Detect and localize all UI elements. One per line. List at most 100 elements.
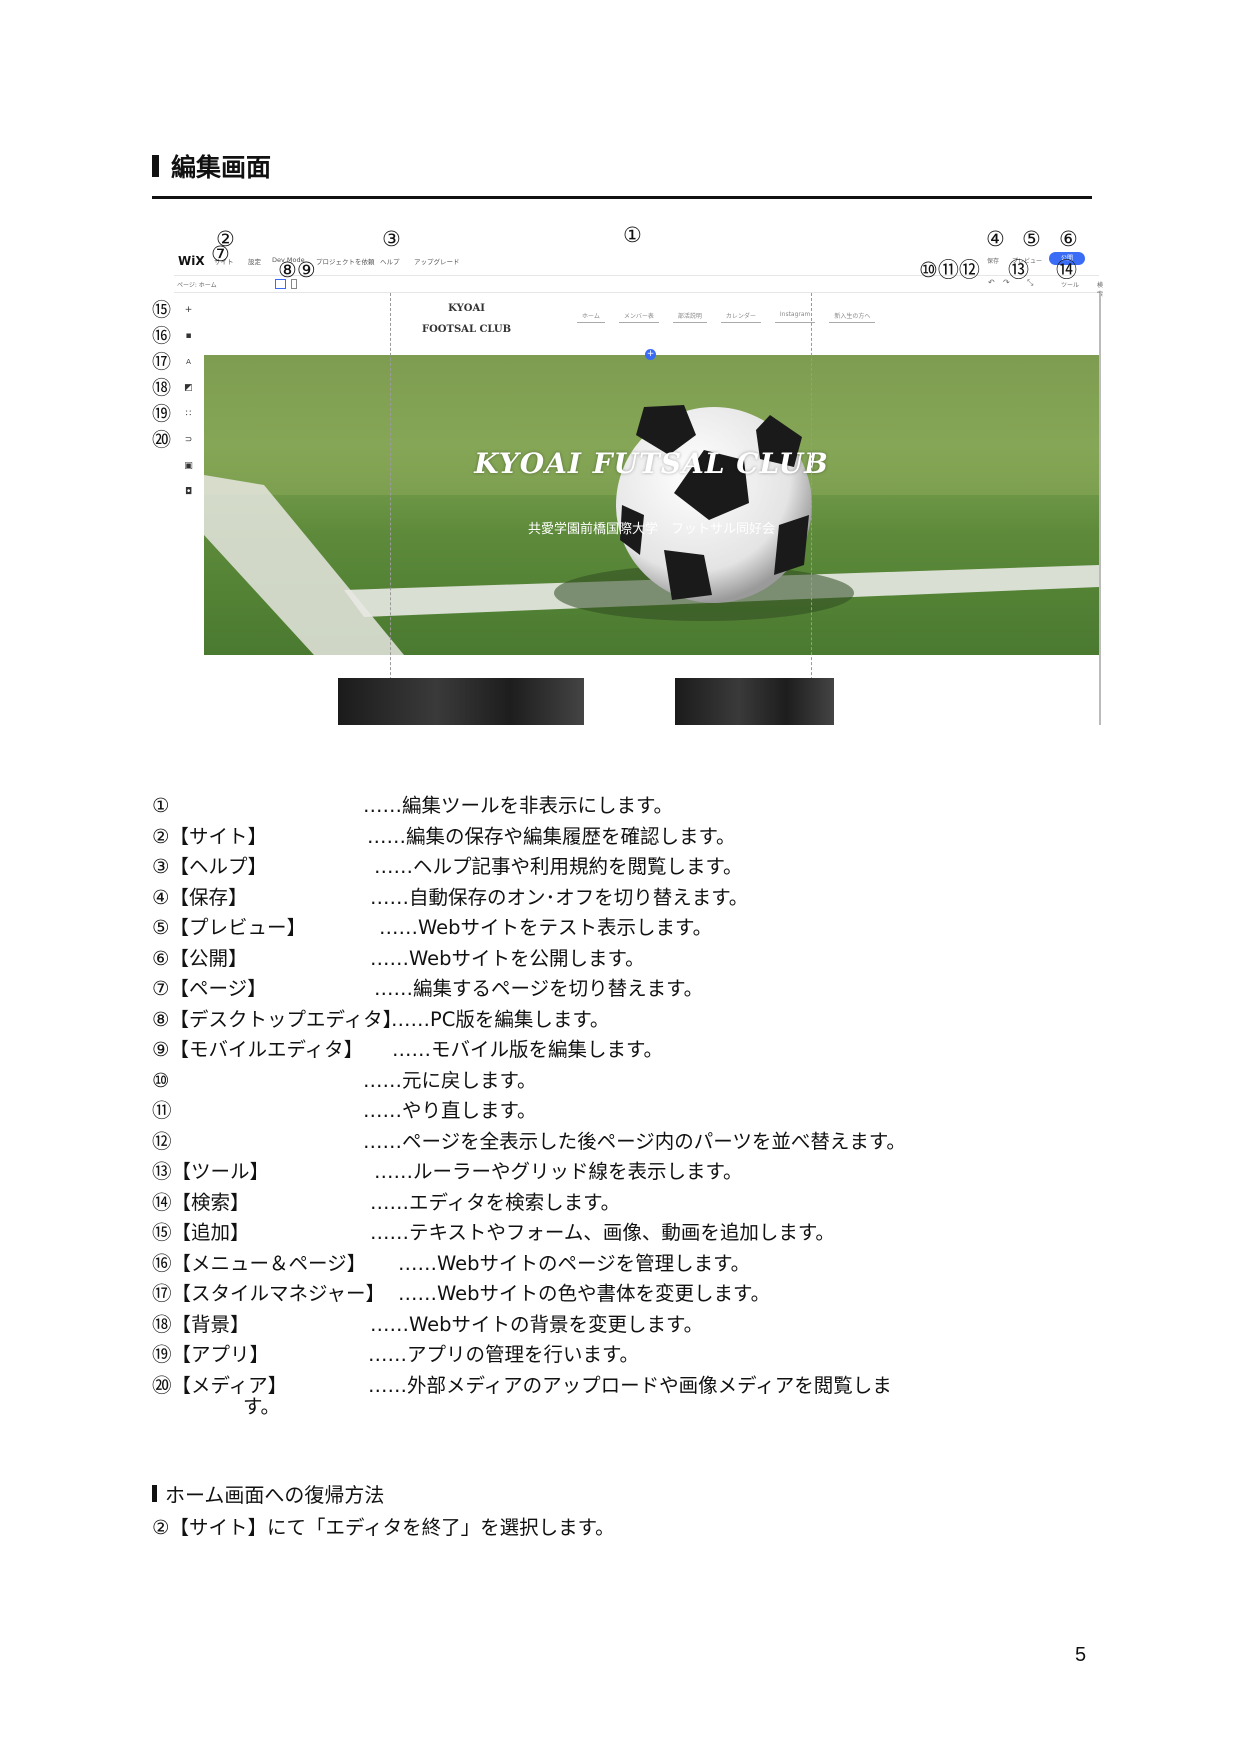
item-label: ⑭【検索】: [152, 1190, 250, 1214]
list-item: ⑤【プレビュー】 ……Webサイトをテスト表示します。: [152, 913, 1052, 944]
marker-10-12: ⑩⑪⑫: [919, 258, 980, 282]
list-item: ⑦【ページ】 ……編集するページを切り替えます。: [152, 974, 1052, 1005]
nav-calendar[interactable]: カレンダー: [720, 311, 761, 323]
item-desc: ……Webサイトの背景を変更します。: [370, 1312, 704, 1336]
add-icon[interactable]: +: [184, 306, 193, 315]
page-selector[interactable]: ページ: ホーム: [177, 280, 217, 289]
item-label: ①: [152, 794, 170, 817]
marker-13: ⑬: [1008, 258, 1029, 282]
marker-5: ⑤: [1022, 227, 1041, 251]
list-item: ⑥【公開】 ……Webサイトを公開します。: [152, 944, 1052, 975]
item-label: ⑪: [152, 1099, 172, 1122]
heading-rule: [152, 196, 1092, 199]
item-desc: ……Webサイトをテスト表示します。: [379, 916, 713, 939]
nav-home[interactable]: ホーム: [577, 311, 605, 323]
item-desc: ……テキストやフォーム、画像、動画を追加します。: [370, 1221, 835, 1244]
undo-icon[interactable]: ↶: [988, 278, 995, 287]
list-item: ⑳【メディア】 ……外部メディアのアップロードや画像メディアを閲覧しま: [152, 1371, 1052, 1402]
nav-members[interactable]: メンバー表: [618, 311, 659, 323]
item-desc: ……アプリの管理を行います。: [368, 1343, 640, 1366]
item-desc: ……エディタを検索します。: [370, 1190, 621, 1214]
hero-image: KYOAI FUTSAL CLUB 共愛学園前橋国際大学 フットサル同好会: [204, 355, 1099, 655]
marker-19: ⑲: [152, 403, 172, 425]
style-icon[interactable]: A: [184, 358, 193, 367]
list-item: ① ……編集ツールを非表示にします。: [152, 791, 1052, 822]
item-label: ②【サイト】: [152, 824, 267, 848]
marker-6: ⑥: [1059, 227, 1078, 251]
nav-instagram[interactable]: Instagram: [774, 311, 816, 323]
item-desc: ……外部メディアのアップロードや画像メディアを閲覧しま: [368, 1373, 892, 1397]
media-icon[interactable]: ⊃: [184, 436, 193, 445]
guide-line-left: [390, 293, 391, 725]
list-item: ④【保存】 ……自動保存のオン･オフを切り替えます。: [152, 883, 1052, 914]
marker-7: ⑦: [211, 242, 230, 266]
item-desc: ……ヘルプ記事や利用規約を閲覧します。: [374, 855, 743, 878]
item-label: ⑬【ツール】: [152, 1160, 270, 1183]
wix-logo: WiX: [178, 254, 205, 268]
brand-line-2: FOOTSAL CLUB: [422, 324, 512, 335]
item-desc: ……自動保存のオン･オフを切り替えます。: [370, 885, 749, 909]
list-continuation: す。: [243, 1395, 281, 1418]
marker-18: ⑱: [152, 377, 172, 399]
list-item: ⑫ ……ページを全表示した後ページ内のパーツを並べ替えます。: [152, 1127, 1052, 1158]
item-label: ③【ヘルプ】: [152, 855, 267, 878]
heading-text: 編集画面: [171, 153, 272, 182]
marker-8-9: ⑧⑨: [278, 258, 316, 282]
section2-body: ②【サイト】にて「エディタを終了」を選択します。: [152, 1516, 615, 1539]
feature-list: ① ……編集ツールを非表示にします。 ②【サイト】 ……編集の保存や編集履歴を確認し…: [152, 791, 1052, 1401]
item-label: ④【保存】: [152, 885, 248, 909]
nav-about[interactable]: 部活説明: [672, 311, 707, 323]
pages-icon[interactable]: ▪: [184, 332, 193, 341]
background-icon[interactable]: ◩: [184, 384, 193, 393]
item-label: ⑩: [152, 1068, 170, 1092]
save-button[interactable]: 保存: [987, 256, 999, 265]
list-item: ⑮【追加】 ……テキストやフォーム、画像、動画を追加します。: [152, 1218, 1052, 1249]
hero-title: KYOAI FUTSAL CLUB: [474, 447, 829, 480]
site-nav: ホーム メンバー表 部活説明 カレンダー Instagram 新入生の方へ: [577, 311, 876, 323]
list-item: ⑬【ツール】 ……ルーラーやグリッド線を表示します。: [152, 1157, 1052, 1188]
item-label: ⑦【ページ】: [152, 977, 267, 1000]
item-label: ⑧【デスクトップエディタ】: [152, 1007, 403, 1031]
item-label: ⑫: [152, 1129, 172, 1153]
item-label: ⑤【プレビュー】: [152, 916, 306, 939]
list-item: ⑱【背景】 ……Webサイトの背景を変更します。: [152, 1310, 1052, 1341]
list-item: ⑯【メニュー＆ページ】 ……Webサイトのページを管理します。: [152, 1249, 1052, 1280]
item-desc: ……編集の保存や編集履歴を確認します。: [367, 824, 736, 848]
page-number: 5: [1075, 1644, 1087, 1666]
marker-3: ③: [382, 227, 401, 251]
item-desc: ……モバイル版を編集します。: [392, 1038, 664, 1061]
editor-screenshot: ② ③ ① ④ ⑤ ⑥ WiX サイト 設定 Dev Mode プロジェクトを依…: [152, 223, 1103, 725]
list-item: ⑧【デスクトップエディタ】 ……PC版を編集します。: [152, 1005, 1052, 1036]
item-desc: ……Webサイトのページを管理します。: [398, 1251, 751, 1275]
menu-help[interactable]: ヘルプ: [380, 256, 400, 266]
menu-settings[interactable]: 設定: [248, 256, 261, 266]
bag-icon[interactable]: ◘: [184, 488, 193, 497]
section2-heading: ホーム画面への復帰方法: [152, 1479, 384, 1508]
section2-title: ホーム画面への復帰方法: [165, 1483, 385, 1507]
section2-bar: [152, 1485, 157, 1502]
menu-hire[interactable]: プロジェクトを依頼: [316, 256, 375, 266]
marker-1: ①: [623, 223, 642, 247]
item-desc: ……ページを全表示した後ページ内のパーツを並べ替えます。: [363, 1129, 906, 1153]
item-label: ⑯【メニュー＆ページ】: [152, 1251, 367, 1275]
item-desc: ……Webサイトを公開します。: [370, 946, 645, 970]
list-item: ⑩ ……元に戻します。: [152, 1066, 1052, 1097]
nav-newcomers[interactable]: 新入生の方へ: [829, 311, 876, 323]
item-desc: ……編集するページを切り替えます。: [374, 977, 704, 1000]
item-desc: ……元に戻します。: [363, 1068, 537, 1092]
apps-icon[interactable]: ∷: [184, 410, 193, 419]
item-label: ⑥【公開】: [152, 946, 248, 970]
add-section-icon[interactable]: +: [645, 349, 656, 360]
item-label: ⑲【アプリ】: [152, 1343, 270, 1366]
hero-illustration: [204, 355, 1099, 655]
item-desc: ……やり直します。: [363, 1099, 537, 1122]
section-heading: 編集画面: [152, 148, 271, 184]
list-item: ⑪ ……やり直します。: [152, 1096, 1052, 1127]
content-image-2: [675, 678, 834, 725]
item-desc: ……ルーラーやグリッド線を表示します。: [374, 1160, 743, 1183]
menu-upgrade[interactable]: アップグレード: [414, 256, 460, 266]
marker-20: ⑳: [152, 429, 172, 451]
item-desc: ……PC版を編集します。: [391, 1007, 610, 1031]
item-label: ⑨【モバイルエディタ】: [152, 1038, 364, 1061]
image-icon[interactable]: ▣: [184, 462, 193, 471]
